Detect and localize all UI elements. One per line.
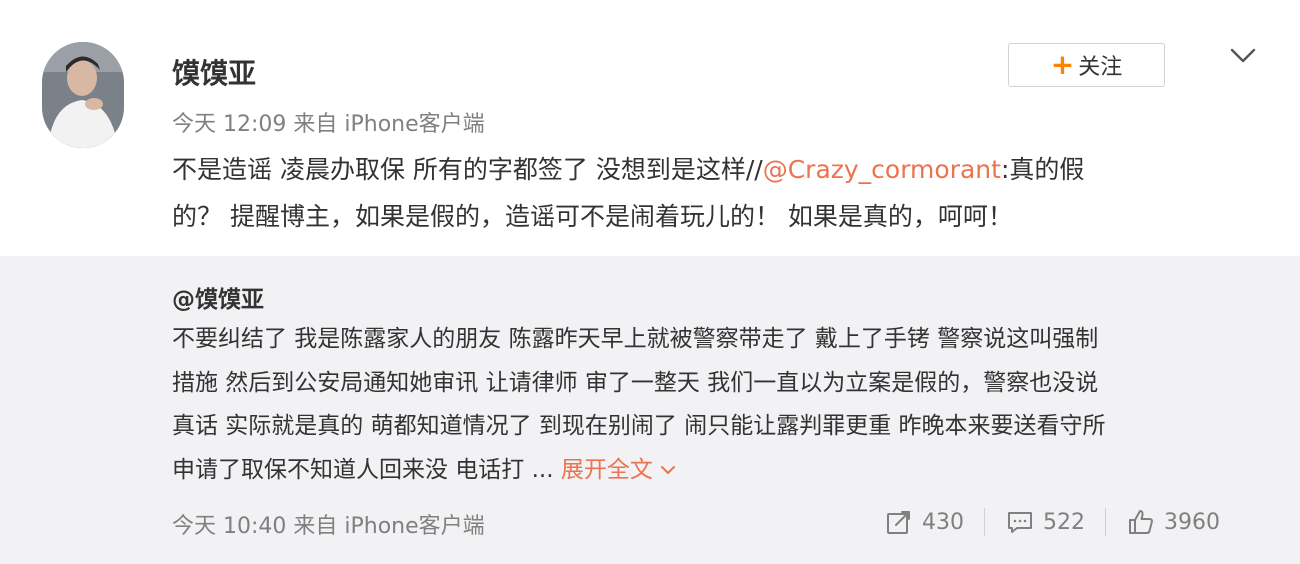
original-text-line: 不要纠结了 我是陈露家人的朋友 陈露昨天早上就被警察带走了 戴上了手铐 警察说这… (172, 326, 1099, 352)
like-count: 3960 (1164, 509, 1220, 535)
original-text-line: 真话 实际就是真的 萌都知道情况了 到现在别闹了 闹只能让露判罪更重 昨晚本来要… (172, 413, 1106, 439)
comment-button[interactable]: 522 (1005, 507, 1085, 537)
follow-label: 关注 (1078, 55, 1123, 80)
original-text-line: 措施 然后到公安局通知她审讯 让请律师 审了一整天 我们一直以为立案是假的，警察… (172, 369, 1099, 396)
like-icon (1129, 510, 1153, 534)
divider (984, 508, 985, 536)
post-text-line-1: 不是造谣 凌晨办取保 所有的字都签了 没想到是这样//@Crazy_cormor… (172, 155, 1085, 184)
like-button[interactable]: 3960 (1126, 507, 1220, 537)
post-text-line-2: 的？ 提醒博主，如果是假的，造谣可不是闹着玩儿的！ 如果是真的，呵呵！ (172, 202, 1013, 231)
comment-count: 522 (1043, 509, 1085, 535)
original-text-line: 申请了取保不知道人回来没 电话打 ... 展开全文 (172, 449, 1272, 493)
original-text: 不要纠结了 我是陈露家人的朋友 陈露昨天早上就被警察带走了 戴上了手铐 警察说这… (172, 318, 1272, 492)
action-bar: 430 522 3960 (884, 502, 1220, 542)
comment-icon (1008, 512, 1032, 533)
expand-full-text-link[interactable]: 展开全文 (561, 457, 677, 483)
post-meta: 今天 12:09 来自 iPhone客户端 (172, 112, 485, 137)
repost-icon (887, 511, 910, 534)
avatar[interactable] (42, 42, 124, 148)
username[interactable]: 馍馍亚 (172, 52, 256, 92)
chevron-down-icon[interactable] (1228, 40, 1258, 70)
plus-icon: + (1050, 48, 1075, 81)
original-author[interactable]: @馍馍亚 (172, 280, 264, 314)
follow-button[interactable]: + 关注 (1008, 43, 1165, 87)
repost-button[interactable]: 430 (884, 507, 964, 537)
original-meta: 今天 10:40 来自 iPhone客户端 (172, 514, 485, 539)
divider (1105, 508, 1106, 536)
post-text: 不是造谣 凌晨办取保 所有的字都签了 没想到是这样//@Crazy_cormor… (172, 146, 1262, 240)
mention-link[interactable]: @Crazy_cormorant (763, 155, 1001, 184)
chevron-down-icon (660, 466, 675, 474)
repost-count: 430 (922, 509, 964, 535)
